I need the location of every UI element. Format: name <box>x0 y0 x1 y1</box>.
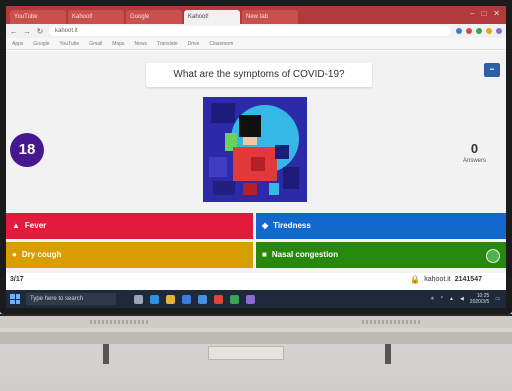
game-pin: 2141547 <box>454 276 482 283</box>
extension-icons <box>456 28 502 34</box>
system-tray: ☀ ^ ▲ ◀ 10:25 2020/3/5 ▭ <box>430 293 500 305</box>
answers-count-label: Answers <box>462 158 486 164</box>
extension-icon[interactable] <box>476 28 482 34</box>
app-icon[interactable] <box>246 294 255 304</box>
extension-icon[interactable] <box>466 28 472 34</box>
bookmark-item[interactable]: Maps <box>112 41 124 47</box>
bookmark-item[interactable]: Drive <box>188 41 200 47</box>
reload-icon[interactable]: ↻ <box>36 27 44 36</box>
answers-counter: 0 Answers <box>463 141 486 164</box>
wall-plate <box>208 346 284 360</box>
extension-icon[interactable] <box>486 28 492 34</box>
status-dot-icon <box>486 249 500 263</box>
clock-date: 2020/3/5 <box>469 299 490 305</box>
windows-taskbar: Type here to search ☀ ^ ▲ ◀ 10:25 2020/3… <box>6 290 506 308</box>
taskbar-apps <box>134 294 255 304</box>
extension-icon[interactable] <box>456 28 462 34</box>
network-icon[interactable]: ▲ <box>449 296 454 302</box>
chevron-up-icon[interactable]: ^ <box>441 296 443 302</box>
bookmarks-bar: Apps Google YouTube Gmail Maps News Tran… <box>6 38 506 50</box>
notification-icon[interactable]: ▭ <box>495 296 500 302</box>
question-image <box>203 97 307 202</box>
answer-label: Dry cough <box>21 250 62 259</box>
bookmark-item[interactable]: News <box>134 41 147 47</box>
countdown-timer: 18 <box>10 133 44 167</box>
window-controls: – □ ✕ <box>470 9 500 18</box>
bookmark-item[interactable]: Google <box>33 41 49 47</box>
bookmark-item[interactable]: Classroom <box>209 41 233 47</box>
lock-icon: 🔒 <box>410 275 421 284</box>
app-icon[interactable] <box>230 294 239 304</box>
answer-label: Fever <box>24 221 47 230</box>
address-bar[interactable]: kahoot.it <box>49 26 451 36</box>
back-arrow-icon[interactable]: ← <box>10 27 18 36</box>
game-footer: 3/17 🔒 kahoot.it 2141547 <box>6 273 506 287</box>
join-info: 🔒 kahoot.it 2141547 <box>410 275 482 284</box>
tv-lower-frame <box>0 314 512 328</box>
join-site: kahoot.it <box>424 276 451 283</box>
answer-option-green[interactable]: ■ Nasal congestion <box>256 242 506 268</box>
stand-leg <box>385 344 391 364</box>
taskbar-search[interactable]: Type here to search <box>26 293 116 305</box>
answer-option-yellow[interactable]: ● Dry cough <box>6 242 253 268</box>
triangle-icon: ▲ <box>12 221 20 230</box>
speaker-grille <box>362 320 422 324</box>
edge-icon[interactable] <box>150 294 159 304</box>
browser-tab-active[interactable]: Kahoot! <box>184 10 240 24</box>
profile-avatar[interactable] <box>496 28 502 34</box>
circle-icon: ● <box>12 250 17 259</box>
task-view-icon[interactable] <box>134 294 143 304</box>
browser-tab[interactable]: Kahoot! <box>68 10 124 24</box>
bookmark-item[interactable]: Gmail <box>89 41 102 47</box>
windows-start-icon[interactable] <box>10 294 20 304</box>
answer-option-red[interactable]: ▲ Fever <box>6 213 253 239</box>
browser-tab-bar: YouTube Kahoot! Google Kahoot! New tab –… <box>6 6 506 24</box>
kahoot-question-page: What are the symptoms of COVID-19? ▪▪ 18… <box>6 51 506 287</box>
menu-icon[interactable]: ▪▪ <box>484 63 500 77</box>
close-icon[interactable]: ✕ <box>493 9 500 18</box>
mail-icon[interactable] <box>198 294 207 304</box>
square-icon: ■ <box>262 250 267 259</box>
browser-tab[interactable]: New tab <box>242 10 298 24</box>
question-title: What are the symptoms of COVID-19? <box>146 63 372 87</box>
weather-icon[interactable]: ☀ <box>430 296 434 302</box>
browser-toolbar: ← → ↻ kahoot.it <box>6 24 506 38</box>
store-icon[interactable] <box>182 294 191 304</box>
bookmark-item[interactable]: YouTube <box>60 41 80 47</box>
speaker-grille <box>90 320 150 324</box>
shelf <box>0 332 512 344</box>
answer-label: Nasal congestion <box>271 250 339 259</box>
answers-count-value: 0 <box>470 141 479 156</box>
answer-label: Tiredness <box>273 221 311 230</box>
taskbar-clock[interactable]: 10:25 2020/3/5 <box>470 293 489 305</box>
chrome-icon[interactable] <box>214 294 223 304</box>
forward-arrow-icon[interactable]: → <box>23 27 31 36</box>
diamond-icon: ◆ <box>262 221 269 230</box>
screen: YouTube Kahoot! Google Kahoot! New tab –… <box>6 6 506 308</box>
folder-icon[interactable] <box>166 294 175 304</box>
bookmark-item[interactable]: Apps <box>12 41 23 47</box>
volume-icon[interactable]: ◀ <box>460 296 464 302</box>
monitor-bezel: YouTube Kahoot! Google Kahoot! New tab –… <box>0 0 512 314</box>
browser-tab[interactable]: YouTube <box>10 10 66 24</box>
answer-option-blue[interactable]: ◆ Tiredness <box>256 213 506 239</box>
browser-tab[interactable]: Google <box>126 10 182 24</box>
maximize-icon[interactable]: □ <box>481 9 486 18</box>
stand-leg <box>103 344 109 364</box>
question-progress: 3/17 <box>10 276 24 283</box>
bookmark-item[interactable]: Translate <box>157 41 178 47</box>
minimize-icon[interactable]: – <box>470 9 474 18</box>
